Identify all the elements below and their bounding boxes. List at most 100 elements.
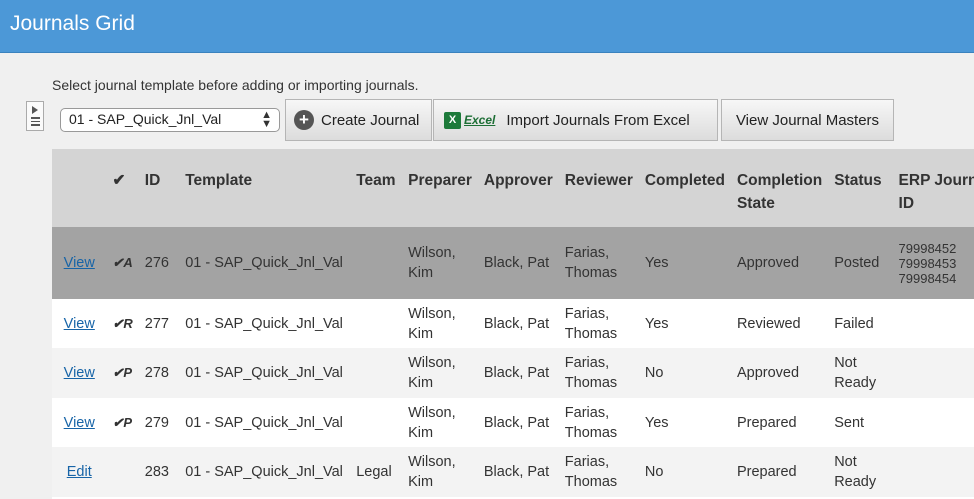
journals-grid: ✔ ID Template Team Preparer Approver Reviewer C… <box>52 149 974 499</box>
template-cell: 01 - SAP_Quick_Jnl_Val <box>179 447 351 497</box>
instruction-text: Select journal template before adding or… <box>52 77 419 93</box>
team-cell <box>350 348 403 398</box>
column-header-preparer[interactable]: Preparer <box>402 149 478 227</box>
reviewer-cell: Farias, Thomas <box>558 299 639 348</box>
template-cell: 01 - SAP_Quick_Jnl_Val <box>179 227 351 299</box>
team-cell <box>350 299 403 348</box>
status-cell: Not Ready <box>828 447 893 497</box>
completed-cell: No <box>638 447 731 497</box>
column-header-status[interactable]: Status <box>828 149 893 227</box>
id-cell: 283 <box>138 447 180 497</box>
column-header-check[interactable]: ✔ <box>106 149 139 227</box>
view-journal-masters-button[interactable]: View Journal Masters <box>721 99 894 141</box>
edit-link[interactable]: Edit <box>67 464 92 480</box>
table-row[interactable]: View ✔P 278 01 - SAP_Quick_Jnl_Val Wilson, K… <box>52 348 974 398</box>
plus-icon: + <box>294 110 314 130</box>
template-cell: 01 - SAP_Quick_Jnl_Val <box>179 299 351 348</box>
id-cell: 276 <box>138 227 180 299</box>
column-header-id[interactable]: ID <box>138 149 180 227</box>
table-header-row: ✔ ID Template Team Preparer Approver Reviewer C… <box>52 149 974 227</box>
erp-journal-id-cell <box>892 299 974 348</box>
journals-table: ✔ ID Template Team Preparer Approver Reviewer C… <box>52 149 974 497</box>
template-select-value: 01 - SAP_Quick_Jnl_Val <box>69 111 222 127</box>
view-link[interactable]: View <box>64 365 95 381</box>
erp-journal-id-cell <box>892 447 974 497</box>
menu-lines-icon <box>31 117 40 128</box>
signoff-check-icon: ✔P <box>106 348 139 398</box>
action-cell: Edit <box>52 447 107 497</box>
preparer-cell: Wilson, Kim <box>402 348 478 398</box>
title-bar: Journals Grid <box>0 0 974 53</box>
column-header-action <box>52 149 107 227</box>
import-journals-button[interactable]: X Excel Import Journals From Excel <box>433 99 718 141</box>
id-cell: 277 <box>138 299 180 348</box>
completion-state-cell: Prepared <box>730 398 829 447</box>
toolbar: 01 - SAP_Quick_Jnl_Val ▲ ▼ + Create Journ… <box>52 99 894 141</box>
view-link[interactable]: View <box>64 415 95 431</box>
signoff-check-icon <box>106 447 139 497</box>
preparer-cell: Wilson, Kim <box>402 447 478 497</box>
team-cell <box>350 227 403 299</box>
create-journal-button[interactable]: + Create Journal <box>285 99 432 141</box>
excel-icon-label: Excel <box>464 113 496 127</box>
preparer-cell: Wilson, Kim <box>402 299 478 348</box>
completed-cell: Yes <box>638 398 731 447</box>
view-link[interactable]: View <box>64 316 95 332</box>
signoff-check-icon: ✔P <box>106 398 139 447</box>
status-cell: Failed <box>828 299 893 348</box>
status-cell: Not Ready <box>828 348 893 398</box>
template-cell: 01 - SAP_Quick_Jnl_Val <box>179 398 351 447</box>
template-select[interactable]: 01 - SAP_Quick_Jnl_Val ▲ ▼ <box>60 108 280 132</box>
view-link[interactable]: View <box>64 255 95 271</box>
column-header-completed[interactable]: Completed <box>638 149 731 227</box>
id-cell: 279 <box>138 398 180 447</box>
completed-cell: No <box>638 348 731 398</box>
preparer-cell: Wilson, Kim <box>402 398 478 447</box>
completion-state-cell: Approved <box>730 348 829 398</box>
approver-cell: Black, Pat <box>477 447 559 497</box>
column-header-template[interactable]: Template <box>179 149 351 227</box>
column-header-erp-journal-id[interactable]: ERP Journal ID <box>892 149 974 227</box>
approver-cell: Black, Pat <box>477 227 559 299</box>
template-cell: 01 - SAP_Quick_Jnl_Val <box>179 348 351 398</box>
window-title: Journals Grid <box>10 12 135 35</box>
signoff-check-icon: ✔R <box>106 299 139 348</box>
import-journals-label: Import Journals From Excel <box>506 111 690 129</box>
reviewer-cell: Farias, Thomas <box>558 398 639 447</box>
create-journal-label: Create Journal <box>321 111 420 129</box>
table-row[interactable]: View ✔P 279 01 - SAP_Quick_Jnl_Val Wilson, K… <box>52 398 974 447</box>
column-header-team[interactable]: Team <box>350 149 403 227</box>
team-cell <box>350 398 403 447</box>
erp-journal-id: 79998453 <box>898 255 957 271</box>
approver-cell: Black, Pat <box>477 348 559 398</box>
status-cell: Posted <box>828 227 893 299</box>
table-row[interactable]: Edit 283 01 - SAP_Quick_Jnl_Val Legal Wilson… <box>52 447 974 497</box>
status-cell: Sent <box>828 398 893 447</box>
erp-journal-id-cell: 79998452 79998453 79998454 <box>892 227 974 299</box>
column-header-approver[interactable]: Approver <box>477 149 559 227</box>
completion-state-cell: Reviewed <box>730 299 829 348</box>
erp-journal-id-cell <box>892 348 974 398</box>
excel-icon: X Excel <box>444 111 496 129</box>
action-cell: View <box>52 348 107 398</box>
column-header-completion-state[interactable]: Completion State <box>730 149 829 227</box>
completed-cell: Yes <box>638 299 731 348</box>
approver-cell: Black, Pat <box>477 299 559 348</box>
table-row[interactable]: View ✔A 276 01 - SAP_Quick_Jnl_Val Wilson, K… <box>52 227 974 299</box>
id-cell: 278 <box>138 348 180 398</box>
action-cell: View <box>52 299 107 348</box>
preparer-cell: Wilson, Kim <box>402 227 478 299</box>
completed-cell: Yes <box>638 227 731 299</box>
reviewer-cell: Farias, Thomas <box>558 447 639 497</box>
panel-toggle-button[interactable] <box>26 101 44 131</box>
expand-arrow-icon <box>32 106 38 114</box>
view-journal-masters-label: View Journal Masters <box>735 111 880 129</box>
erp-journal-id-cell <box>892 398 974 447</box>
signoff-check-icon: ✔A <box>106 227 139 299</box>
action-cell: View <box>52 227 107 299</box>
select-arrows-icon: ▲ ▼ <box>261 109 272 130</box>
action-cell: View <box>52 398 107 447</box>
team-cell: Legal <box>350 447 403 497</box>
column-header-reviewer[interactable]: Reviewer <box>558 149 639 227</box>
table-row[interactable]: View ✔R 277 01 - SAP_Quick_Jnl_Val Wilson, K… <box>52 299 974 348</box>
